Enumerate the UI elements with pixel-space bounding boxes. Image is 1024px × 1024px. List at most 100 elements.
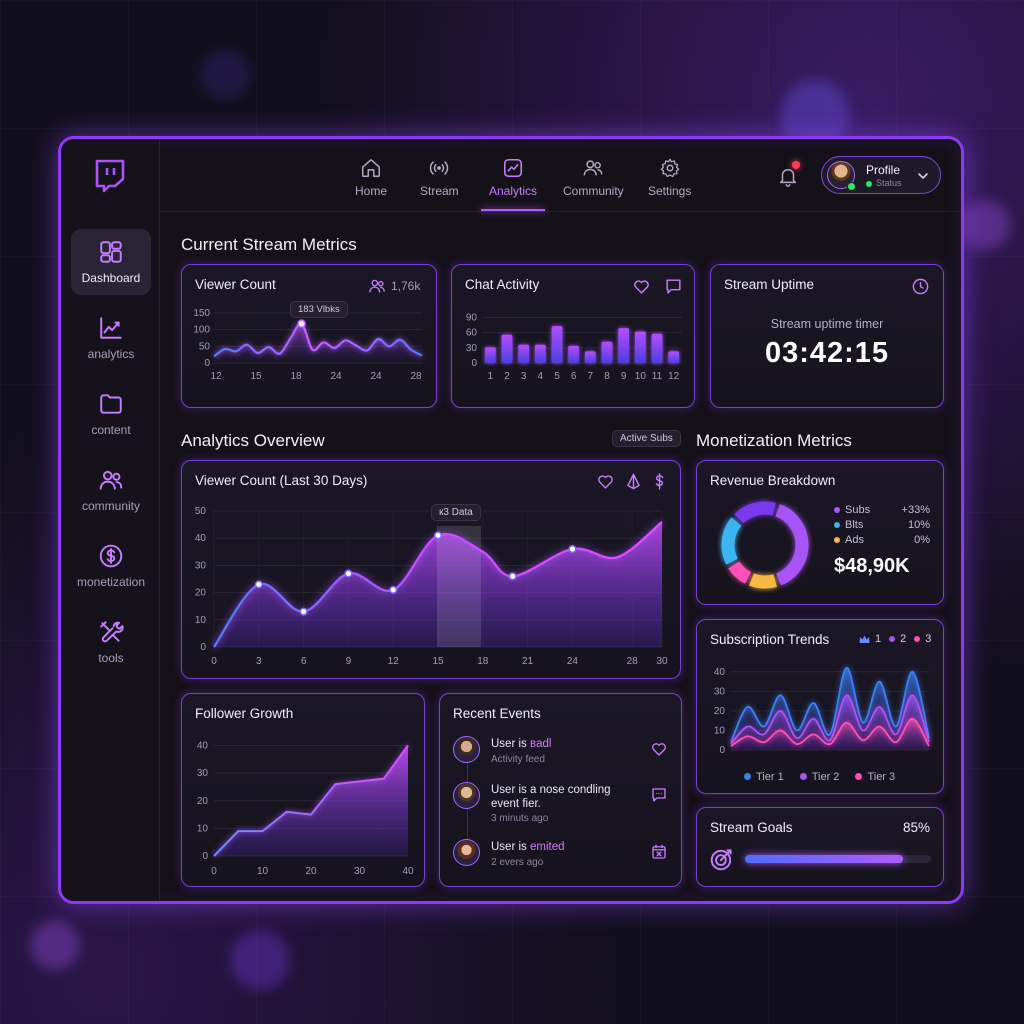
legend-value: 0%: [914, 534, 930, 546]
event-item[interactable]: User is вadl Activity feed: [453, 736, 673, 772]
y-tick-label: 30: [714, 686, 726, 697]
card-title: Viewer Count: [195, 277, 276, 292]
event-highlight: вadl: [529, 738, 552, 750]
data-point: [568, 545, 577, 554]
people-icon: [583, 160, 603, 176]
event-item[interactable]: User is a nose condling event fier. 3 mi…: [453, 782, 673, 828]
x-tick-label: 15: [432, 656, 444, 667]
heart-icon[interactable]: [632, 277, 651, 296]
profile-name: Profile: [866, 163, 901, 177]
chat-activity-card: Chat Activity 0 30 60 90 1 2 3 4 5 6 7 8 9 10 11 12: [451, 264, 695, 408]
event-text: User is вadl: [491, 738, 551, 750]
uptime-timer: 03:42:15: [764, 337, 890, 369]
x-tick-label: 8: [604, 371, 610, 382]
sidebar-item-tools[interactable]: tools: [71, 609, 151, 675]
tab-stream[interactable]: Stream: [420, 157, 459, 211]
x-tick-label: 7: [588, 371, 594, 382]
goal-progress-track: [745, 855, 931, 863]
viewer-30-days-chart: 0 10 20 30 40 50 0 3 6 9 12 15 18 21 24 28 30: [195, 506, 668, 667]
recent-events-card: Recent Events User is вadl Activity feed…: [439, 693, 682, 887]
dollar-icon: [99, 544, 123, 568]
sidebar-item-dashboard[interactable]: Dashboard: [71, 229, 151, 295]
tab-settings[interactable]: Settings: [648, 157, 691, 211]
sidebar-item-community[interactable]: community: [71, 457, 151, 523]
chat-icon[interactable]: [650, 786, 668, 804]
donut-segment: [721, 517, 742, 565]
profile-menu[interactable]: Profile Status: [821, 156, 941, 194]
bokeh-light: [960, 200, 1010, 250]
bar: [551, 326, 563, 363]
viewer-30-days-card: Viewer Count (Last 30 Days) 0 10 20 30 40 50 0…: [181, 460, 681, 679]
sidebar-item-content[interactable]: content: [71, 381, 151, 447]
legend-value: +33%: [901, 504, 930, 516]
legend-dot: [914, 636, 921, 642]
data-point: [344, 569, 353, 578]
bar: [518, 344, 529, 363]
x-tick-label: 10: [257, 866, 269, 877]
y-tick-label: 50: [199, 341, 211, 352]
follower-growth-chart: 0 10 20 30 40 0 10 20 30 40: [197, 741, 414, 877]
x-tick-label: 12: [210, 371, 222, 382]
sidebar-item-monetization[interactable]: monetization: [71, 533, 151, 599]
x-tick-label: 5: [554, 371, 560, 382]
heart-icon[interactable]: [650, 740, 668, 758]
highlight-band: [437, 526, 481, 647]
card-title: Stream Uptime: [724, 277, 815, 292]
tab-community[interactable]: Community: [563, 157, 624, 211]
heart-icon[interactable]: [596, 472, 615, 491]
dollar-icon[interactable]: [650, 472, 669, 491]
card-title: Chat Activity: [465, 277, 540, 292]
subscription-trends-chart: 0 10 20 30 40: [714, 667, 930, 756]
broadcast-icon: [430, 161, 449, 175]
bits-icon[interactable]: [624, 472, 643, 491]
calendar-x-icon[interactable]: [650, 843, 668, 861]
bar: [601, 341, 613, 363]
event-text-main: User is: [491, 841, 530, 853]
x-tick-label: 28: [410, 371, 422, 382]
x-tick-label: 0: [211, 656, 217, 667]
viewer-total: 1,76k: [391, 279, 421, 293]
y-tick-label: 20: [714, 706, 726, 717]
legend-item-bits: Blts 10%: [834, 519, 930, 531]
legend-dot: [889, 636, 896, 642]
y-tick-label: 30: [466, 343, 478, 354]
y-tick-label: 20: [195, 588, 207, 599]
card-title: Subscription Trends: [710, 632, 830, 647]
legend-label: Subs: [845, 504, 871, 516]
chat-icon[interactable]: [664, 277, 683, 296]
data-point: [508, 572, 517, 581]
bar: [485, 347, 496, 363]
y-tick-label: 40: [714, 667, 726, 678]
viewer-count-card: Viewer Count 1,76k 0 50 100 150 12 15 18 24 24 28…: [181, 264, 437, 408]
people-icon: [369, 279, 385, 293]
legend-label: 2: [900, 633, 907, 645]
subscription-trends-card: Subscription Trends 1 2 3 0 10 20 30 40 Tier…: [696, 619, 944, 794]
sidebar-item-analytics[interactable]: analytics: [71, 305, 151, 371]
active-subs-pill[interactable]: Active Subs: [612, 430, 681, 447]
y-tick-label: 50: [195, 506, 207, 517]
x-tick-label: 20: [305, 866, 317, 877]
data-point: [389, 585, 398, 594]
tab-home[interactable]: Home: [355, 157, 387, 211]
event-item[interactable]: User is emited 2 evers ago: [453, 839, 673, 875]
y-tick-label: 100: [193, 325, 210, 336]
follower-growth-card: Follower Growth 0 10 20 30 40 0 10 20 30 40: [181, 693, 425, 887]
legend-item-tier-3: Tier 3: [855, 771, 895, 783]
subscription-header-legend: 1 2 3: [859, 633, 931, 645]
card-title: Follower Growth: [195, 706, 294, 721]
y-tick-label: 10: [195, 615, 207, 626]
y-tick-label: 40: [195, 533, 207, 544]
y-tick-label: 10: [197, 823, 209, 834]
chat-activity-chart: 03060901 2 3 4 5 6 7 8 9 10 11 12: [466, 313, 682, 382]
x-tick-label: 12: [388, 656, 400, 667]
goal-progress-fill: [745, 855, 904, 863]
bokeh-light: [200, 50, 250, 100]
donut-segment: [734, 501, 776, 524]
x-tick-label: 6: [301, 656, 307, 667]
data-point: [297, 319, 306, 328]
x-tick-label: 2: [504, 371, 510, 382]
x-tick-label: 12: [668, 371, 680, 382]
legend-value: 10%: [907, 519, 930, 531]
tab-analytics[interactable]: Analytics: [481, 157, 546, 211]
clock-icon: [912, 278, 929, 295]
